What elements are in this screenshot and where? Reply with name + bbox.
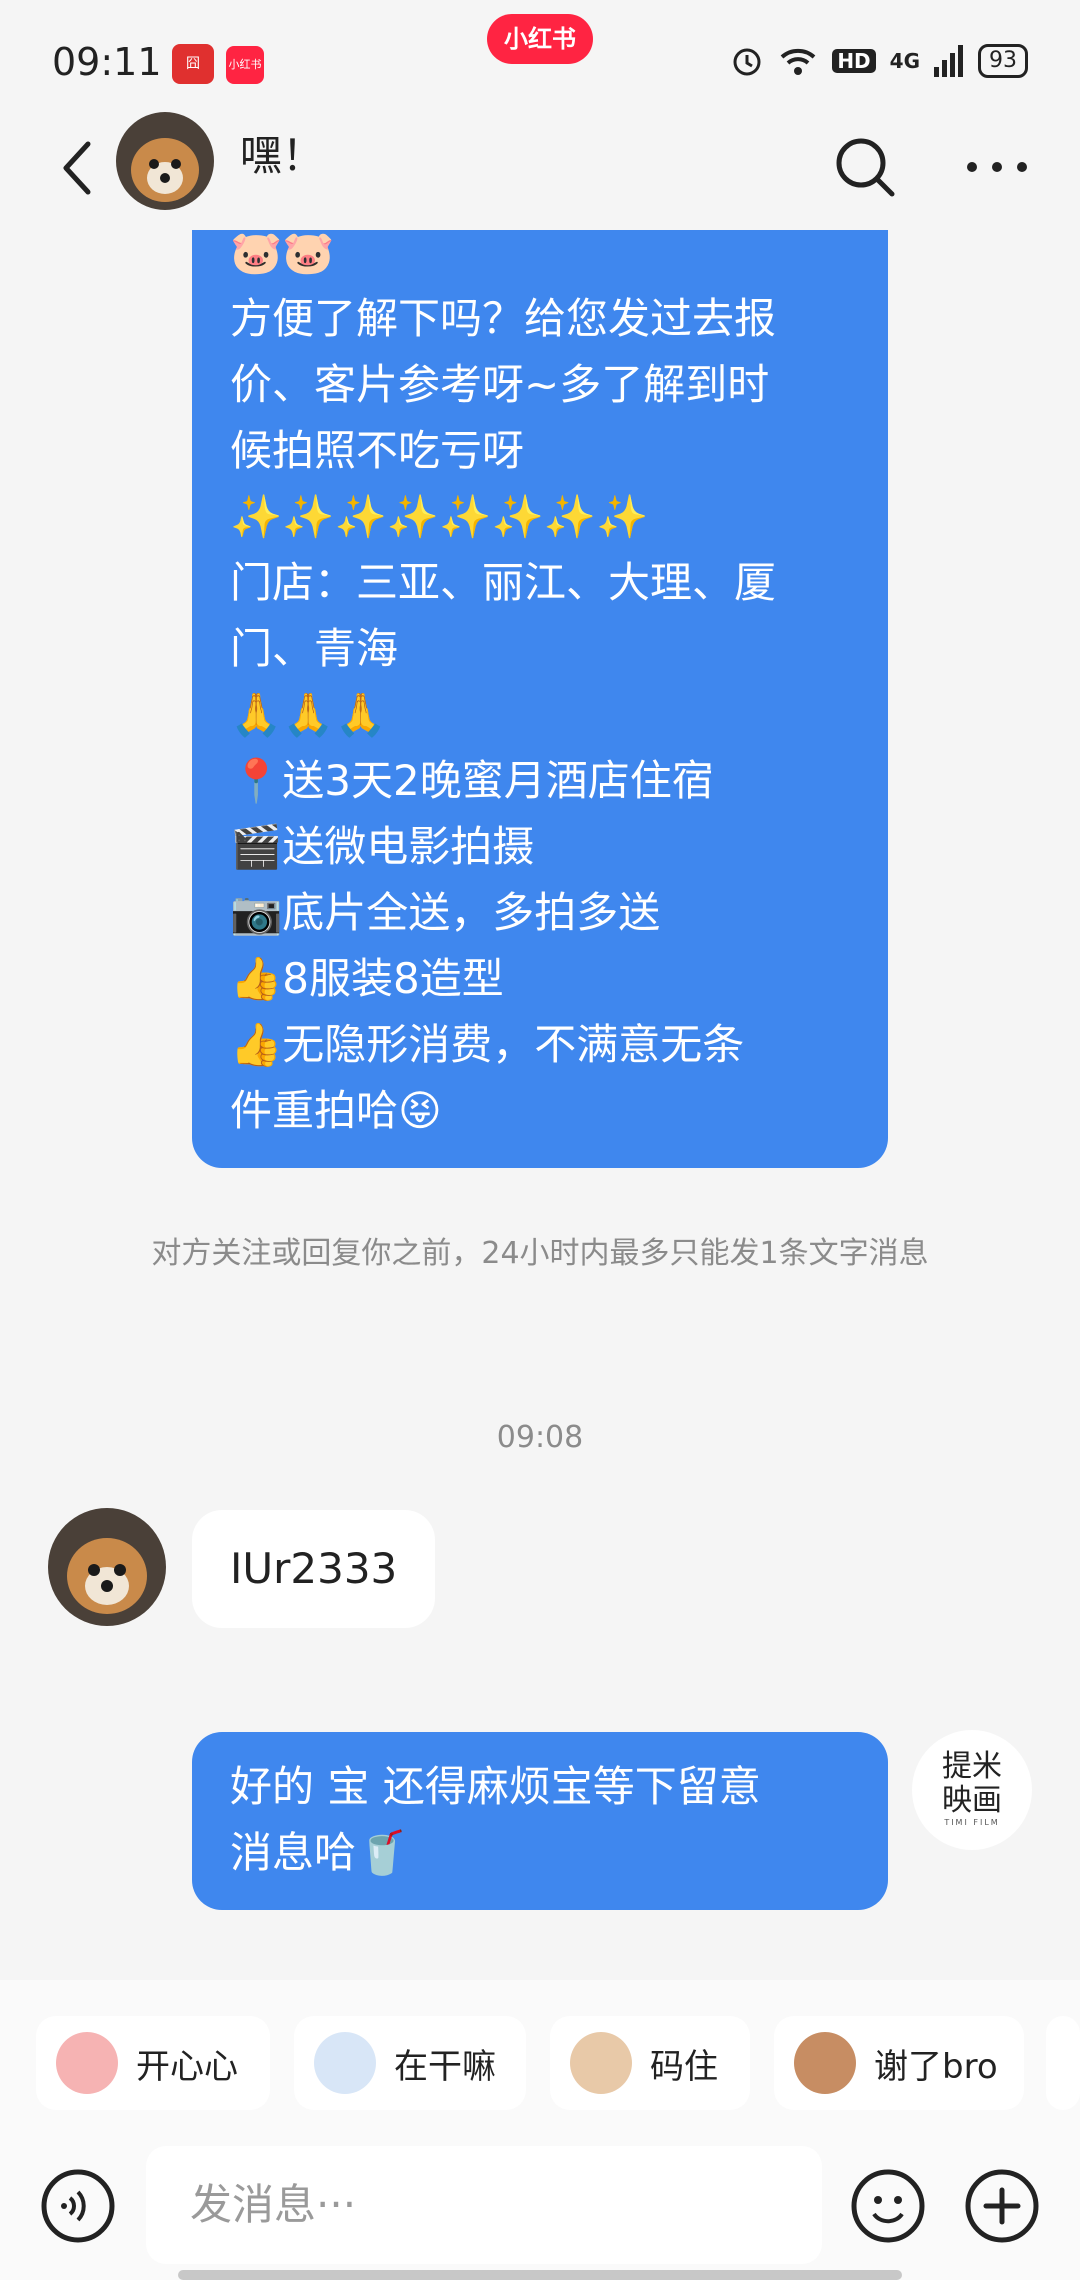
outgoing-reply-bubble[interactable]: 好的 宝 还得麻烦宝等下留意 消息哈🥤 [192,1732,888,1910]
hd-icon: HD [832,49,876,73]
message-line: 🎬送微电影拍摄 [230,822,535,871]
avatar-logo-text: 提米 映画 [942,1749,1002,1818]
message-line: ✨✨✨✨✨✨✨✨ [230,492,649,541]
message-line: 📷底片全送，多拍多送 [230,888,661,937]
system-notice: 对方关注或回复你之前，24小时内最多只能发1条文字消息 [151,1236,929,1271]
quick-reply-chip[interactable]: 开心心 [36,2016,270,2110]
quick-reply-chip-partial[interactable] [1046,2016,1080,2110]
notification-app-icon: 囧 [172,44,214,84]
sticker-icon [570,2032,632,2094]
message-line: 👍无隐形消费，不满意无条 [230,1020,745,1069]
sender-avatar[interactable] [48,1508,166,1626]
status-bar: 09:11 囧 小红书 小红书 HD 4G 93 [0,0,1080,120]
message-line: 方便了解下吗？给您发过去报 [230,294,777,343]
status-icons: HD 4G 93 [730,44,1028,78]
battery-icon: 93 [978,44,1028,78]
more-icon[interactable] [962,134,1032,200]
sticker-icon [794,2032,856,2094]
chat-header: 嘿！ [0,110,1080,230]
plus-icon[interactable] [964,2168,1040,2244]
quick-reply-chip[interactable]: 谢了bro [774,2016,1024,2110]
alarm-icon [733,48,761,76]
quick-reply-label: 谢了bro [874,2046,998,2087]
message-input[interactable]: 发消息··· [146,2146,822,2264]
wifi-icon [780,48,816,75]
my-avatar[interactable]: 提米 映画 TIMI FILM [912,1730,1032,1850]
message-line: 价、客片参考呀~多了解到时 [230,360,770,409]
message-line: 🙏🙏🙏 [230,690,387,739]
emoji-icon[interactable] [850,2168,926,2244]
sticker-icon [56,2032,118,2094]
quick-reply-label: 在干嘛 [394,2046,496,2087]
incoming-message-bubble[interactable]: IUr2333 [192,1510,436,1628]
message-line: 消息哈🥤 [230,1828,409,1877]
message-line: 件重拍哈😝 [230,1086,442,1135]
message-line: 👍8服装8造型 [230,954,504,1003]
voice-icon[interactable] [40,2168,116,2244]
sticker-icon [314,2032,376,2094]
home-indicator[interactable] [178,2270,902,2280]
quick-reply-bar: 开心心 在干嘛 码住 谢了bro [0,1980,1080,2130]
notification-xiaohongshu-icon: 小红书 [226,46,264,84]
signal-icon [934,45,963,77]
message-line: 好的 宝 还得麻烦宝等下留意 [230,1762,761,1811]
message-timestamp: 09:08 [496,1420,584,1455]
search-icon[interactable] [832,134,898,200]
quick-reply-label: 码住 [650,2046,718,2087]
quick-reply-chip[interactable]: 码住 [550,2016,750,2110]
contact-avatar[interactable] [116,112,214,210]
input-bar: 发消息··· [0,2130,1080,2280]
avatar-logo-subtext: TIMI FILM [944,1818,1000,1827]
back-icon[interactable] [50,138,110,198]
message-line: 📍送3天2晚蜜月酒店住宿 [230,756,714,805]
status-time: 09:11 [52,40,162,84]
message-line: 候拍照不吃亏呀 [230,426,525,475]
message-line: 门店：三亚、丽江、大理、厦 [230,558,777,607]
app-pill-badge: 小红书 [487,14,593,64]
quick-reply-label: 开心心 [136,2046,238,2087]
outgoing-message-bubble[interactable]: 🐷🐷 方便了解下吗？给您发过去报 价、客片参考呀~多了解到时 候拍照不吃亏呀 ✨… [192,200,888,1168]
quick-reply-chip[interactable]: 在干嘛 [294,2016,526,2110]
chat-title: 嘿！ [240,131,325,180]
network-label: 4G [889,49,920,73]
message-line: 门、青海 [230,624,399,673]
